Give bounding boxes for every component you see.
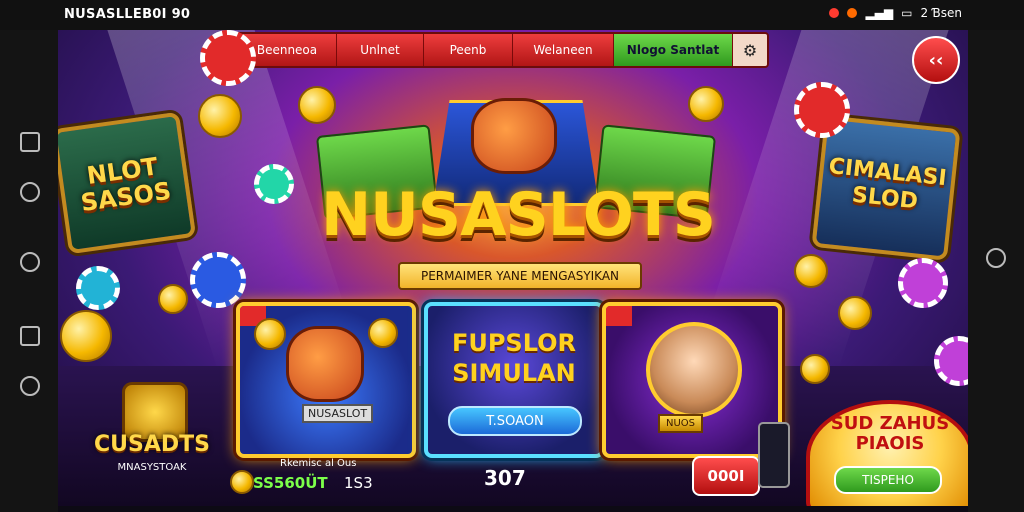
card1-label: NUSASLOT	[302, 404, 374, 423]
recent-apps-button[interactable]	[20, 132, 40, 152]
settings-icon[interactable]	[20, 376, 40, 396]
poker-chip-icon	[898, 258, 948, 308]
right-bezel	[968, 30, 1024, 512]
tab-2[interactable]: Unlnet	[337, 34, 424, 66]
coin-icon	[230, 470, 254, 494]
red-action-button[interactable]: 000I	[692, 456, 760, 496]
mobile-phone-icon[interactable]	[758, 422, 790, 488]
left-panel-label: NLOT SASOS	[79, 152, 173, 218]
notification-icon	[829, 8, 840, 18]
card2-title-line2: SIMULAN	[452, 359, 576, 387]
coin-icon	[158, 284, 188, 314]
app-title: NUSASLLEB0I 90	[64, 7, 191, 22]
back-button[interactable]: ‹‹	[912, 36, 960, 84]
tab-4[interactable]: Welaneen	[513, 34, 614, 66]
stat-label: Rkemisc al Ous	[280, 458, 357, 469]
left-slot-panel: NLOT SASOS	[58, 111, 197, 255]
card-ribbon	[606, 306, 632, 326]
tab-5[interactable]: Nlogo Santlat	[614, 34, 733, 66]
coin-icon	[368, 318, 398, 348]
slot-machine-icon[interactable]: ⚙	[733, 34, 767, 66]
hero-title: NUSASLOTS	[320, 180, 716, 250]
poker-chip-icon	[254, 164, 294, 204]
hero-logo: NUSASLOTS PERMAIMER YANE MENGASYIKAN	[298, 180, 738, 300]
right-panel-label: CIMALASI SLOD	[827, 153, 948, 215]
poker-chip-icon	[200, 30, 256, 86]
promo-title: SUD ZAHUS PIAOIS	[810, 414, 968, 454]
home-button[interactable]	[20, 182, 40, 202]
left-badge[interactable]: CUSADTS MNASYSTOAK	[86, 382, 218, 492]
center-value: 307	[484, 466, 526, 490]
right-slot-panel: CIMALASI SLOD	[811, 115, 961, 261]
poker-chip-icon	[794, 82, 850, 138]
coin-icon	[794, 254, 828, 288]
left-nav-rail	[0, 30, 58, 512]
coin-icon	[198, 94, 242, 138]
back-nav-button[interactable]	[20, 252, 40, 272]
promo-button[interactable]: TISPEHO	[834, 466, 942, 494]
coin-icon	[800, 354, 830, 384]
card-character	[646, 322, 742, 418]
hero-subtitle: PERMAIMER YANE MENGASYIKAN	[398, 262, 642, 290]
balance-value: SS560ÜT	[253, 474, 328, 492]
game-card-2[interactable]: FUPSLOR SIMULAN T.SOAON	[424, 302, 604, 458]
card2-title: FUPSLOR SIMULAN	[428, 328, 600, 388]
mascot-head	[471, 98, 557, 174]
card2-title-line1: FUPSLOR	[451, 329, 577, 357]
card2-button[interactable]: T.SOAON	[448, 406, 582, 436]
left-badge-sub: MNASYSTOAK	[117, 462, 187, 473]
coin-icon	[60, 310, 112, 362]
signal-icon: ▂▄▆	[865, 6, 894, 20]
game-screen: NLOT SASOS CIMALASI SLOD Beenneoa Unlnet…	[58, 30, 968, 506]
game-card-3[interactable]: NUOS	[602, 302, 782, 458]
top-nav-tabs: Beenneoa Unlnet Peenb Welaneen Nlogo San…	[236, 32, 769, 68]
balance-secondary: 1S3	[344, 474, 373, 492]
tab-3[interactable]: Peenb	[424, 34, 513, 66]
coin-icon	[838, 296, 872, 330]
alert-icon	[847, 8, 858, 18]
status-right-text: 2 Ɓsen	[920, 6, 962, 20]
battery-icon: ▭	[901, 6, 913, 20]
card-mascot	[286, 326, 364, 402]
coin-icon	[254, 318, 286, 350]
promo-title-line1: SUD ZAHUS	[830, 413, 950, 434]
poker-chip-icon	[76, 266, 120, 310]
mascot-character	[433, 70, 599, 206]
game-card-1[interactable]: NUSASLOT	[236, 302, 416, 458]
status-bar: NUSASLLEB0I 90 ▂▄▆ ▭ 2 Ɓsen	[0, 0, 1024, 30]
promo-title-line2: PIAOIS	[855, 433, 925, 454]
promo-badge[interactable]: SUD ZAHUS PIAOIS TISPEHO	[806, 400, 968, 506]
coin-icon	[298, 86, 336, 124]
power-icon[interactable]	[20, 326, 40, 346]
left-badge-title: CUSADTS	[94, 432, 210, 457]
poker-chip-icon	[190, 252, 246, 308]
coin-icon	[688, 86, 724, 122]
status-icons: ▂▄▆ ▭ 2 Ɓsen	[829, 6, 962, 20]
card3-tag: NUOS	[658, 414, 704, 433]
camera-icon	[986, 248, 1006, 268]
